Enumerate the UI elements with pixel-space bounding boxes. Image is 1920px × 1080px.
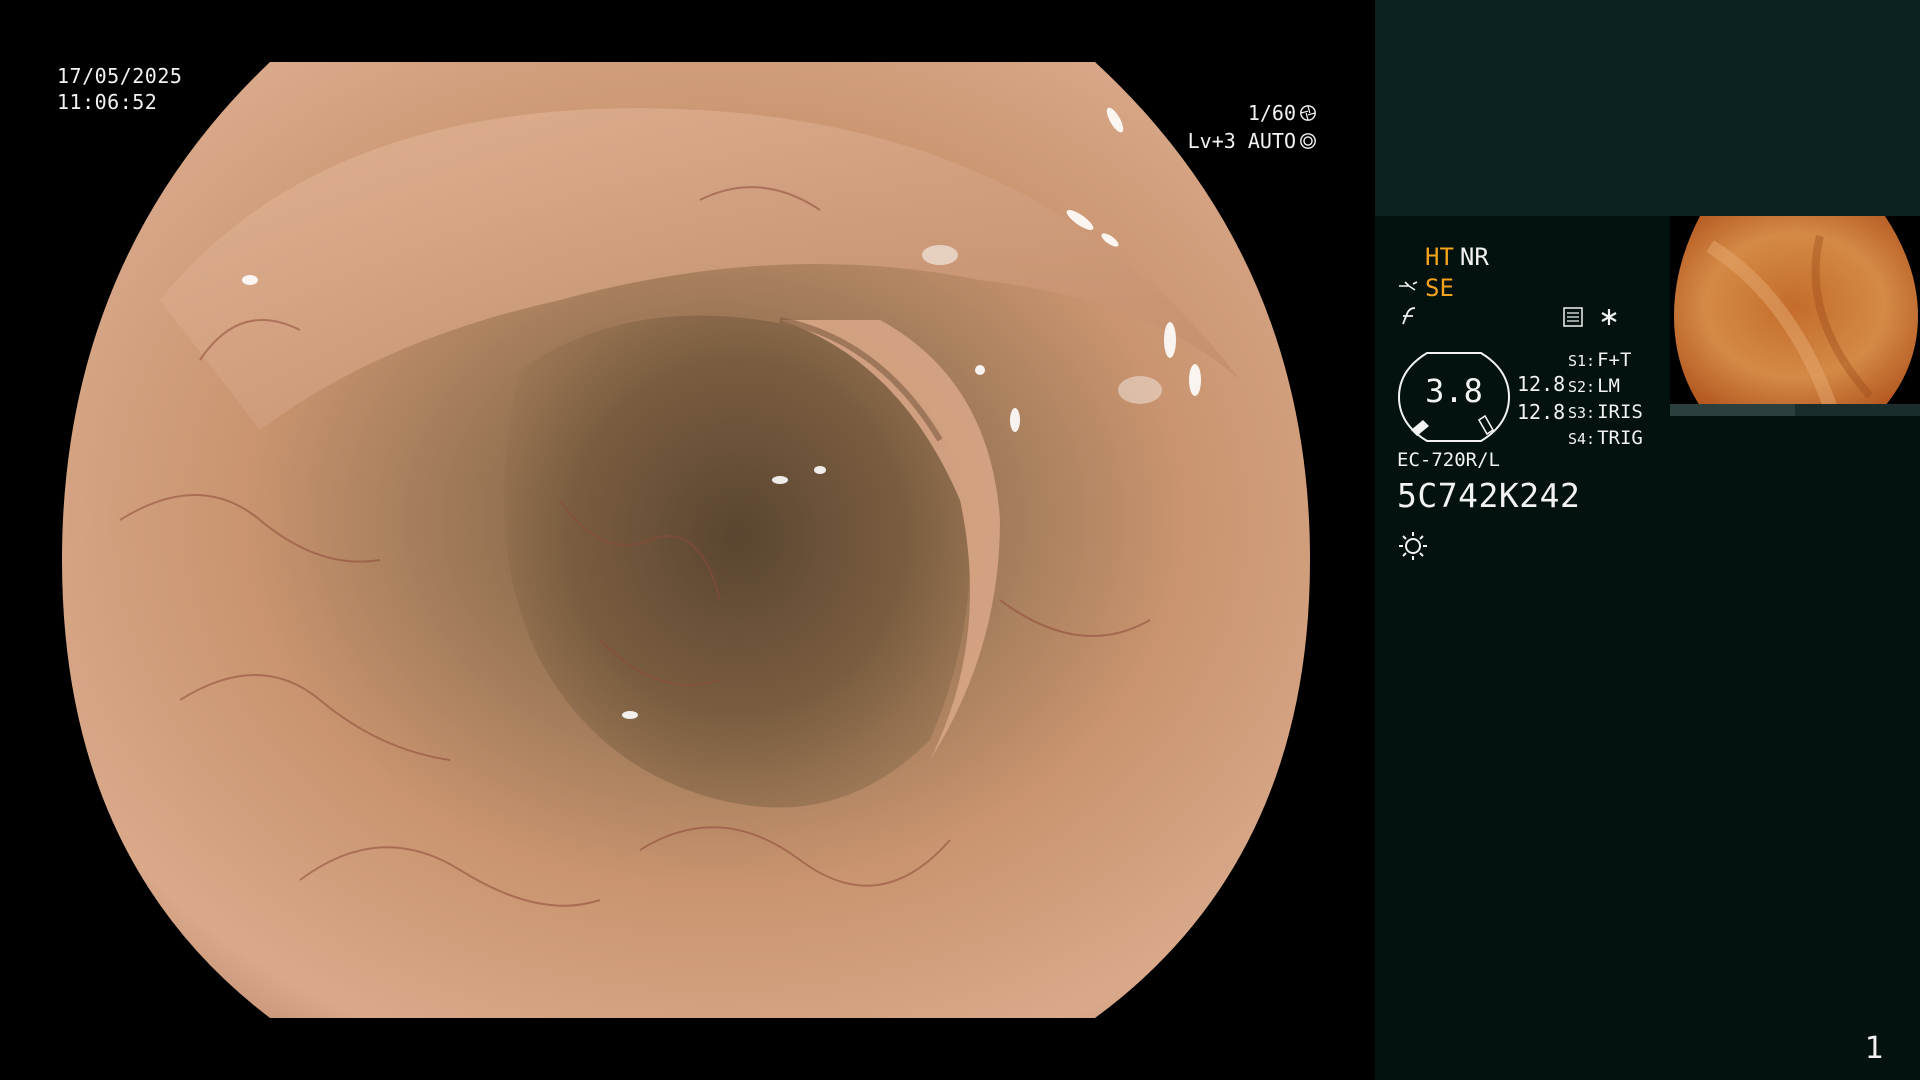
gauge-value: 3.8 [1425,372,1483,410]
capture-thumbnail[interactable] [1670,216,1920,416]
shutter-icon [1300,105,1316,121]
sun-icon [1399,532,1427,560]
gain-value-1: 12.8 [1517,372,1566,396]
mode-row-hook [1397,304,1489,326]
asterisk-icon [1601,309,1617,325]
endoscope-viewport: 17/05/2025 11:06:52 1/60 Lv+3 AUTO [0,0,1375,1080]
mode-row-ht-nr: HT NR [1397,242,1489,273]
mode-se: SE [1425,274,1454,302]
switch-s4: S4: TRIG [1568,427,1643,449]
scope-model: EC-720R/L [1397,449,1500,471]
thumbnail-strip [1670,404,1920,416]
memory-icon [1563,307,1583,327]
gain-value-2: 12.8 [1517,400,1566,424]
info-panel: HT NR SE 3.8 12.8 12.8 S1: F+T S2: LM S3… [1375,0,1920,1080]
page-number: 1 [1864,1031,1884,1066]
endoscopic-image [62,62,1310,1018]
shutter-row: 1/60 [1188,99,1317,127]
light-level-text: Lv+3 AUTO [1187,129,1296,153]
shutter-speed-text: 1/60 [1247,101,1296,125]
gain-values: 12.8 12.8 [1517,370,1565,426]
panel-header-area [1375,0,1920,216]
status-icons [1562,306,1620,328]
light-level-row: Lv+3 AUTO [1188,127,1317,155]
scope-switch-list: S1: F+T S2: LM S3: IRIS S4: TRIG [1568,348,1643,452]
mode-nr: NR [1459,243,1489,271]
scope-bend-icon [1399,280,1418,291]
mode-ht: HT [1425,243,1454,271]
gauge-needle-right [1477,414,1495,436]
thumbnail-strip-segment [1670,404,1795,416]
auto-exposure-icon [1300,133,1316,149]
date-time-readout: 17/05/2025 11:06:52 [57,63,182,115]
hook-icon [1402,307,1416,325]
date-text: 17/05/2025 [57,64,183,88]
image-mode-indicators: HT NR SE [1397,242,1489,326]
gauge-needle-left [1411,420,1429,436]
time-text: 11:06:52 [57,90,158,114]
switch-s1: S1: F+T [1568,349,1632,371]
switch-s3: S3: IRIS [1568,401,1643,423]
mode-row-se: SE [1397,273,1489,304]
serial-number: 5C742K242 [1397,476,1581,515]
exposure-readout: 1/60 Lv+3 AUTO [1188,99,1317,155]
switch-s2: S2: LM [1568,375,1620,397]
